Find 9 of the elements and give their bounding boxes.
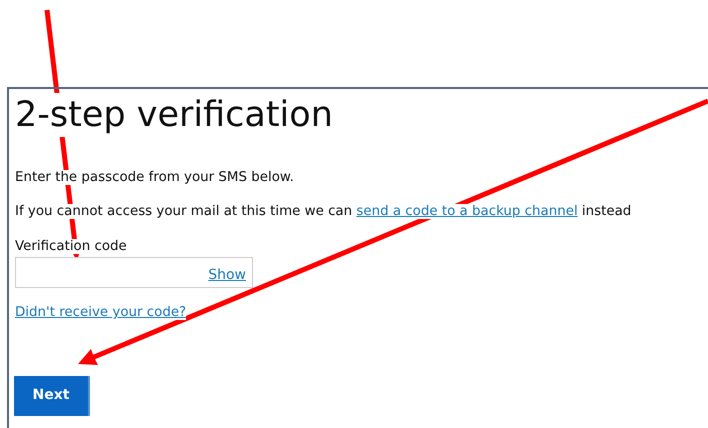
field-label: Verification code [15,239,127,254]
instruction-text: Enter the passcode from your SMS below. [15,170,294,185]
verification-code-field[interactable]: Show [15,257,253,288]
resend-code-link[interactable]: Didn't receive your code? [15,305,186,320]
show-link[interactable]: Show [208,267,246,283]
backup-channel-link[interactable]: send a code to a backup channel [356,204,578,219]
backup-text: If you cannot access your mail at this time we can send a code to a backup channel instead [15,204,632,219]
page-title: 2-step verification [15,93,333,137]
next-button[interactable]: Next [14,376,90,416]
